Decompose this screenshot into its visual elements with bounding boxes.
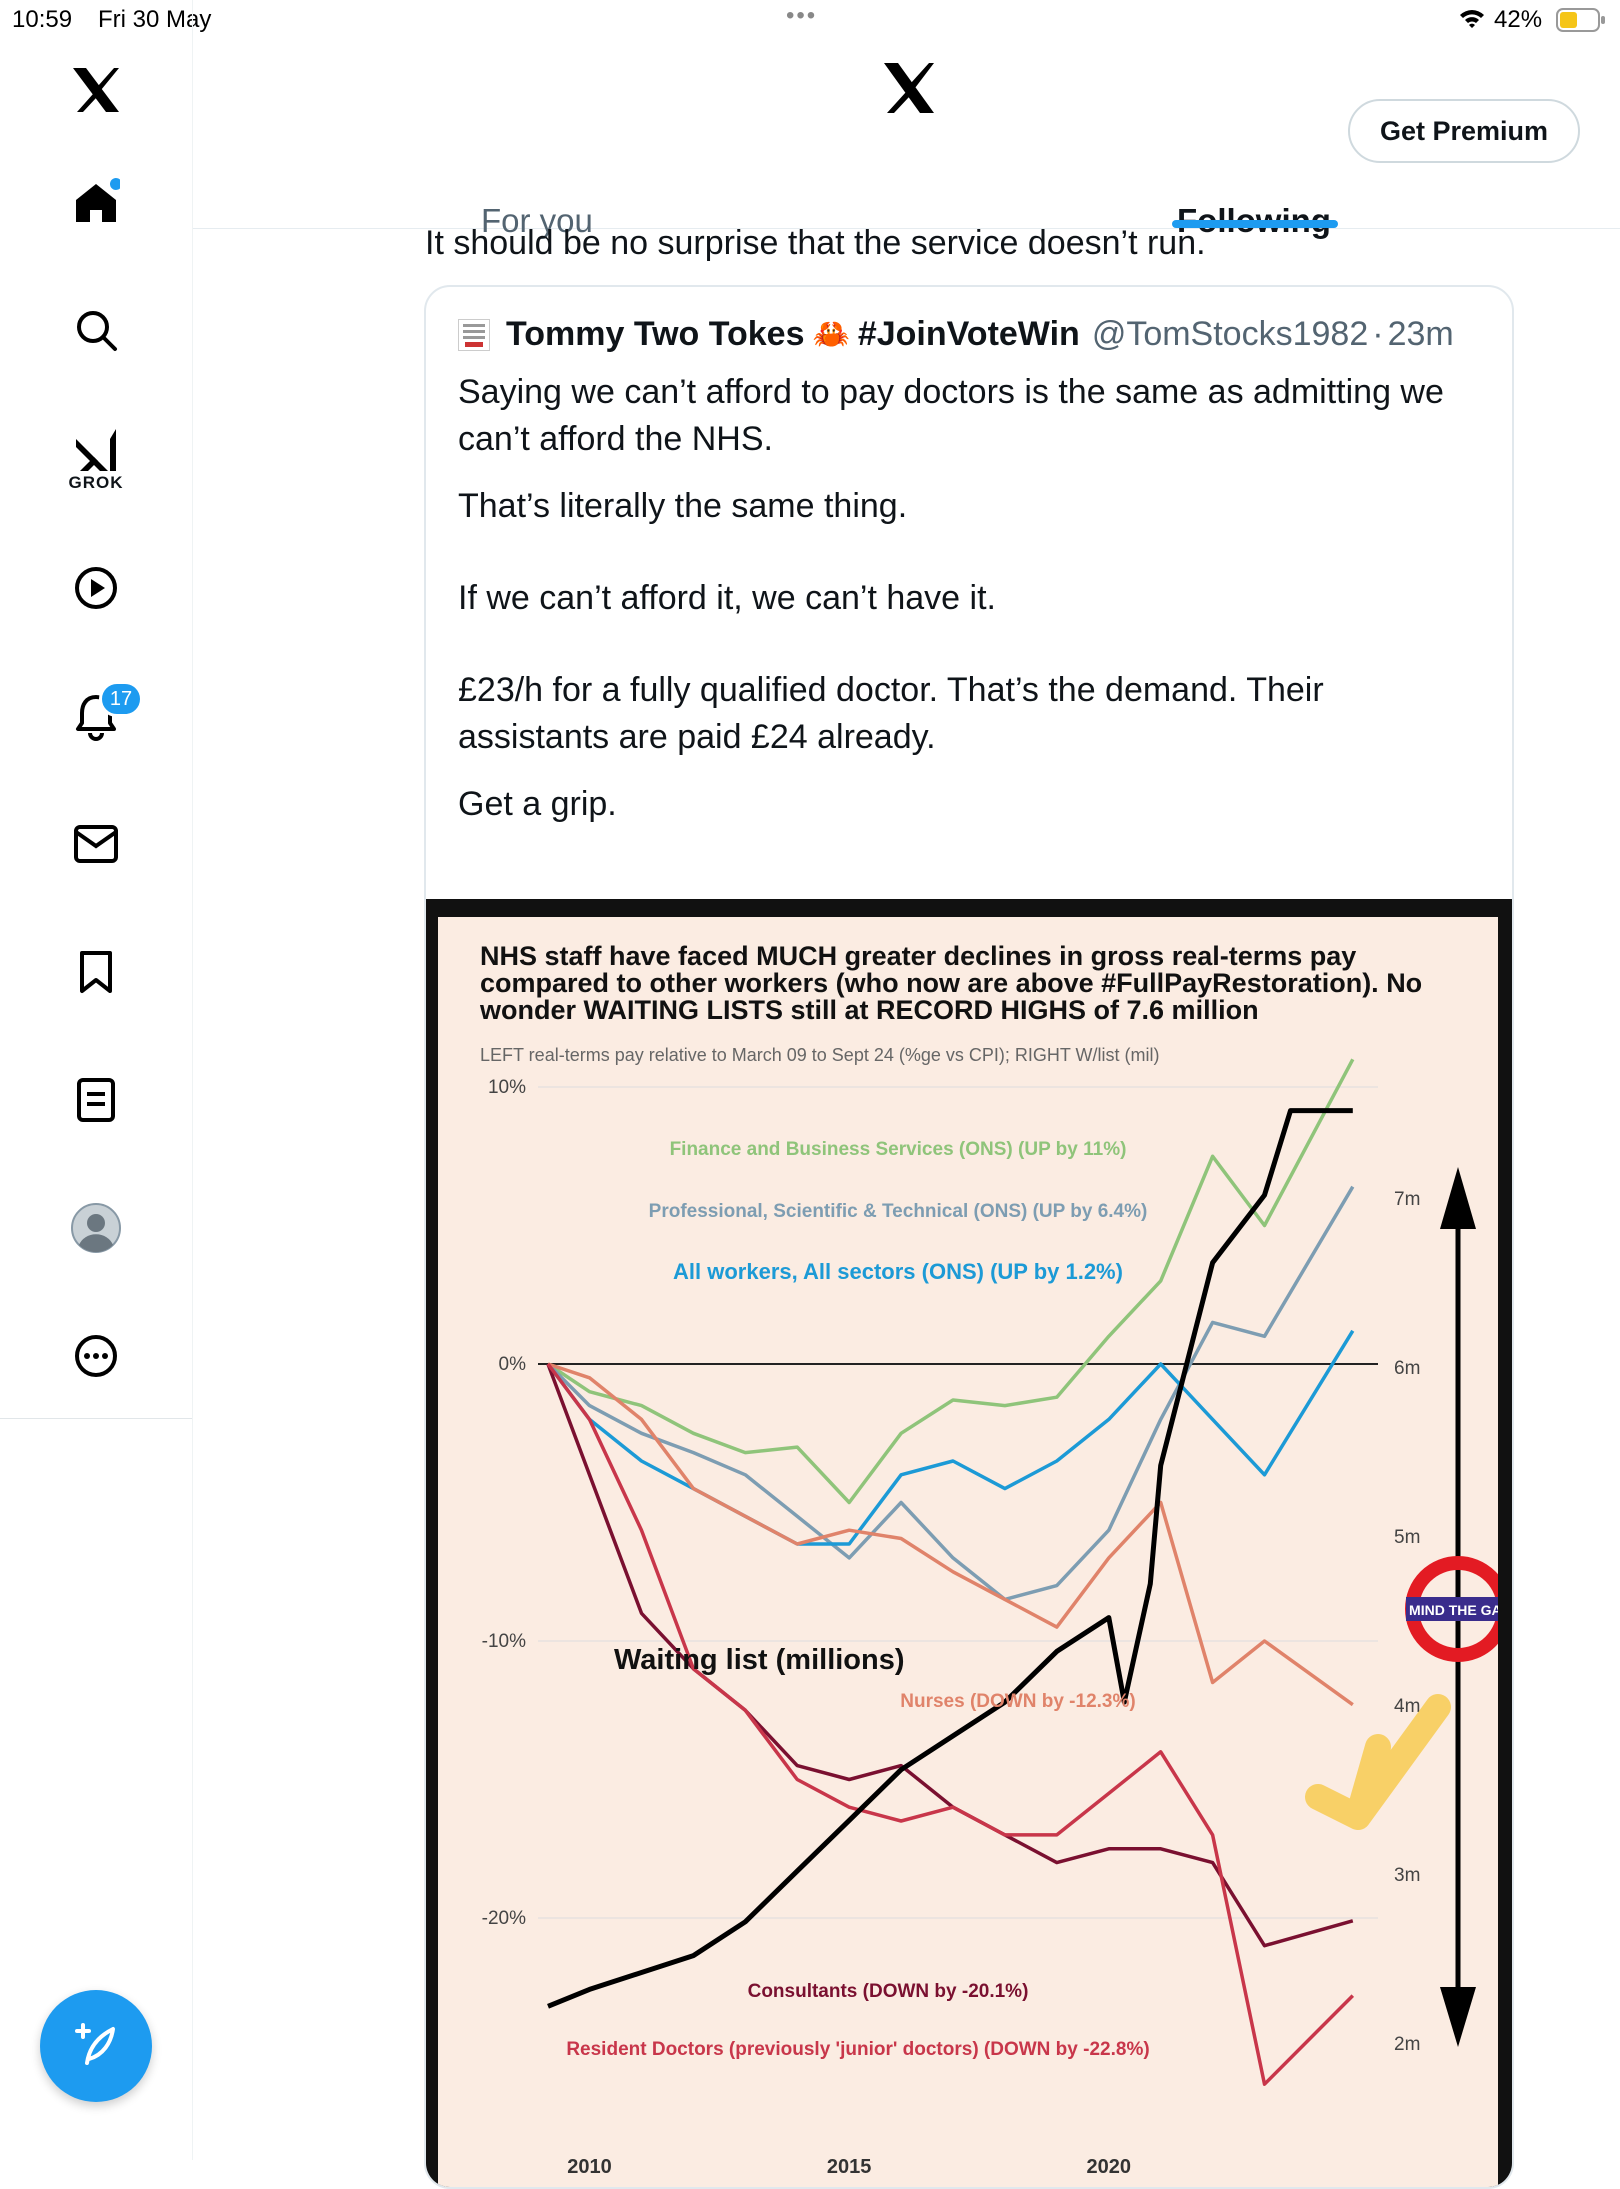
highlight-arrow bbox=[1305, 1694, 1451, 1830]
series-line bbox=[546, 1329, 1355, 1546]
compose-post-button[interactable] bbox=[40, 1990, 152, 2102]
y-right-tick-label: 7m bbox=[1394, 1189, 1420, 1210]
avatar[interactable] bbox=[458, 318, 490, 351]
battery-icon bbox=[1556, 8, 1606, 37]
video-icon[interactable] bbox=[66, 558, 126, 618]
tweet-paragraph: That’s literally the same thing. bbox=[458, 487, 908, 525]
quoted-author-name[interactable]: Tommy Two Tokes bbox=[506, 315, 804, 354]
quoted-tweet-time[interactable]: 23m bbox=[1388, 315, 1454, 354]
series-label: Resident Doctors (previously 'junior' do… bbox=[566, 2039, 1149, 2060]
series-label: Consultants (DOWN by -20.1%) bbox=[748, 1981, 1029, 2002]
home-icon[interactable] bbox=[66, 172, 126, 232]
grok-label: GROK bbox=[68, 473, 124, 492]
x-logo-icon[interactable] bbox=[66, 60, 126, 120]
top-header: Get Premium For you Following bbox=[193, 40, 1620, 239]
series-label: Finance and Business Services (ONS) (UP … bbox=[670, 1139, 1127, 1160]
arrow-head-up bbox=[1440, 1167, 1476, 1229]
y-right-tick-label: 2m bbox=[1394, 2034, 1420, 2055]
lists-icon[interactable] bbox=[66, 1070, 126, 1130]
series-line bbox=[546, 1185, 1355, 1602]
series-label: Professional, Scientific & Technical (ON… bbox=[649, 1201, 1148, 1222]
series-label: Nurses (DOWN by -12.3%) bbox=[900, 1691, 1135, 1712]
y-right-tick-label: 4m bbox=[1394, 1696, 1420, 1717]
battery-percent: 42% bbox=[1494, 6, 1543, 33]
status-bar: 10:59 Fri 30 May ••• 42% bbox=[0, 0, 1620, 40]
quoted-tweet-card[interactable]: Tommy Two Tokes 🦀 #JoinVoteWin @TomStock… bbox=[424, 285, 1514, 2189]
quoted-author-hashtag[interactable]: #JoinVoteWin bbox=[858, 315, 1080, 354]
x-tick-label: 2015 bbox=[827, 2156, 872, 2178]
y-right-tick-label: 3m bbox=[1394, 1865, 1420, 1886]
quoted-tweet-header: Tommy Two Tokes 🦀 #JoinVoteWin @TomStock… bbox=[458, 315, 1454, 354]
chart-background: NHS staff have faced MUCH greater declin… bbox=[438, 917, 1498, 2187]
search-icon[interactable] bbox=[66, 300, 126, 360]
y-left-tick-label: 0% bbox=[499, 1354, 527, 1375]
bookmarks-icon[interactable] bbox=[66, 942, 126, 1002]
y-left-tick-label: 10% bbox=[488, 1077, 526, 1098]
multitask-dots[interactable]: ••• bbox=[786, 2, 817, 30]
chart-plot: 10% 0% -10% -20% 7m 6m 5m 4m 3m 2m 2010 2015 2020 Fin… bbox=[482, 1058, 1498, 2178]
quoted-tweet-body: Saying we can’t afford to pay doctors is… bbox=[458, 369, 1478, 828]
tweet-paragraph: Get a grip. bbox=[458, 785, 617, 823]
messages-icon[interactable] bbox=[66, 814, 126, 874]
y-right-tick-label: 5m bbox=[1394, 1527, 1420, 1548]
compose-feather-icon bbox=[75, 2023, 115, 2065]
sidebar-divider bbox=[0, 1418, 192, 1419]
more-icon[interactable] bbox=[66, 1326, 126, 1386]
profile-icon[interactable] bbox=[66, 1198, 126, 1258]
series-line bbox=[547, 1108, 1353, 2009]
mind-the-gap-label: MIND THE GAP bbox=[1409, 1602, 1498, 1618]
quoted-author-handle[interactable]: @TomStocks1982 bbox=[1092, 315, 1368, 354]
tweet-paragraph: £23/h for a fully qualified doctor. That… bbox=[458, 671, 1324, 756]
tweet-paragraph: Saying we can’t afford to pay doctors is… bbox=[458, 373, 1444, 458]
series-label: All workers, All sectors (ONS) (UP by 1.… bbox=[673, 1259, 1123, 1284]
x-tick-label: 2010 bbox=[567, 2156, 612, 2178]
x-logo-center-icon[interactable] bbox=[882, 62, 936, 119]
grok-icon[interactable]: GROK bbox=[66, 420, 126, 500]
crab-emoji-icon: 🦀 bbox=[812, 318, 850, 351]
tweet-paragraph: If we can’t afford it, we can’t have it. bbox=[458, 579, 996, 617]
wifi-icon bbox=[1458, 6, 1486, 35]
x-tick-label: 2020 bbox=[1087, 2156, 1132, 2178]
tweet-text-fragment: It should be no surprise that the servic… bbox=[425, 224, 1206, 262]
chart-image[interactable]: NHS staff have faced MUCH greater declin… bbox=[426, 899, 1512, 2187]
handle-time-separator: · bbox=[1372, 315, 1384, 353]
series-label: Waiting list (millions) bbox=[614, 1644, 905, 1676]
y-left-tick-label: -20% bbox=[482, 1908, 526, 1929]
notifications-badge: 17 bbox=[99, 681, 143, 717]
arrow-head-down bbox=[1440, 1987, 1476, 2047]
series-line bbox=[546, 1362, 1355, 2086]
sidebar: GROK 17 bbox=[0, 0, 193, 2160]
get-premium-button[interactable]: Get Premium bbox=[1348, 99, 1580, 163]
y-left-tick-label: -10% bbox=[482, 1631, 526, 1652]
y-right-tick-label: 6m bbox=[1394, 1358, 1420, 1379]
